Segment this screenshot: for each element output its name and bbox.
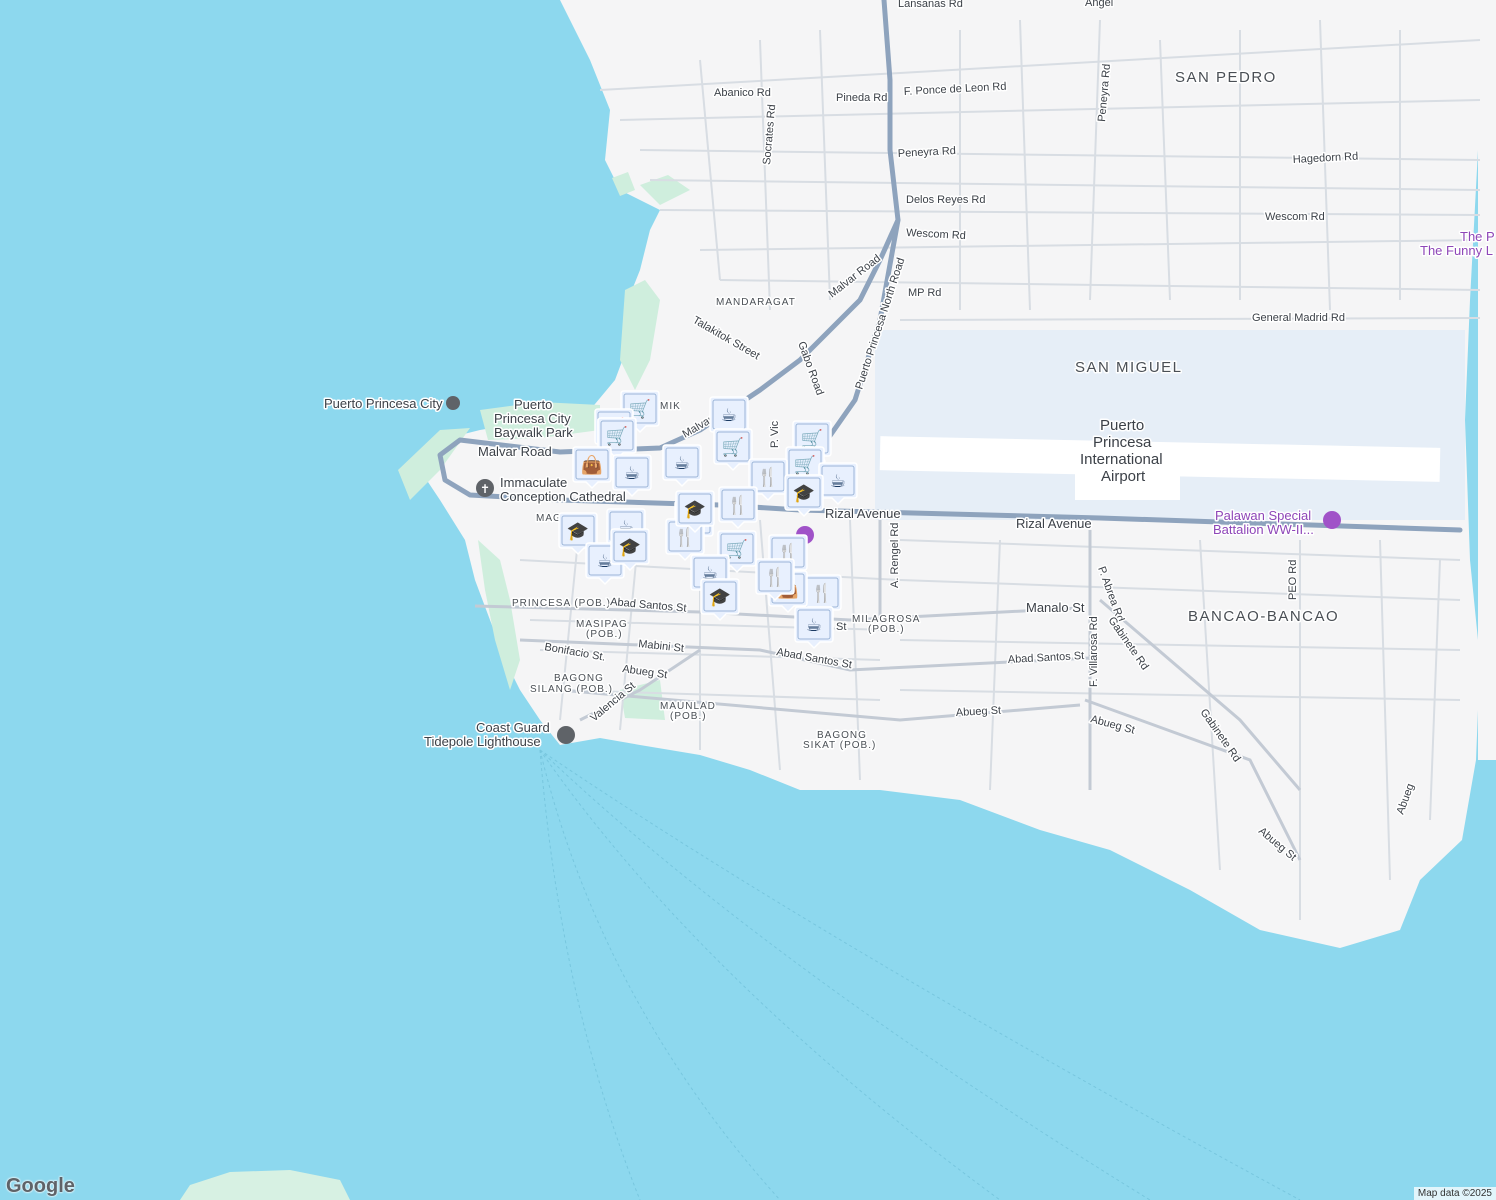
map-marker[interactable]: 🎓 xyxy=(784,474,824,518)
shopping-bag-icon: 👜 xyxy=(581,454,603,476)
map-marker[interactable]: ☕ xyxy=(662,444,702,488)
map-marker[interactable]: 👜 xyxy=(572,446,612,490)
road-label: Wescom Rd xyxy=(1265,211,1325,223)
poi-label-baywalk: Puerto xyxy=(514,397,552,412)
map-marker[interactable]: 🎓 xyxy=(610,528,650,572)
road-label: F. Villarosa Rd xyxy=(1088,616,1100,687)
map-canvas[interactable]: SAN PEDRO SAN MIGUEL BANCAO-BANCAO MANDA… xyxy=(0,0,1496,1200)
road-label: Lansanas Rd xyxy=(898,0,963,10)
coffee-icon: ☕ xyxy=(674,453,690,474)
museum-icon xyxy=(1323,511,1341,529)
road-label: Manalo St xyxy=(1026,600,1085,615)
poi-label-cathedral: Conception Cathedral xyxy=(500,489,626,504)
poi-label-funny: The Funny L xyxy=(1420,243,1493,258)
school-icon: 🎓 xyxy=(793,483,815,504)
school-icon: 🎓 xyxy=(684,499,706,520)
poi-label-airport: Puerto xyxy=(1100,417,1144,434)
road-label: MP Rd xyxy=(908,287,941,299)
school-icon: 🎓 xyxy=(619,537,641,558)
road-label: General Madrid Rd xyxy=(1252,312,1345,324)
poi-label-airport: Airport xyxy=(1101,468,1146,485)
poi-label-baywalk: Baywalk Park xyxy=(494,425,573,440)
school-icon: 🎓 xyxy=(709,587,731,608)
landmark-icon xyxy=(557,726,575,744)
land-east-edge xyxy=(1478,0,1496,760)
coffee-icon: ☕ xyxy=(624,463,640,484)
road-label: Rizal Avenue xyxy=(1016,516,1092,531)
road-label: Pineda Rd xyxy=(836,92,887,104)
road-label: P. Vic xyxy=(769,420,781,448)
area-label: SAN MIGUEL xyxy=(1075,359,1183,376)
road-label: Malvar Road xyxy=(478,444,552,459)
area-label: MANDARAGAT xyxy=(716,297,796,308)
road-label: Delos Reyes Rd xyxy=(906,194,985,206)
area-label: BAGONG xyxy=(554,673,604,684)
map-marker[interactable]: 🛒 xyxy=(713,428,753,472)
poi-label-city: Puerto Princesa City xyxy=(324,396,443,411)
poi-label-funny: The P xyxy=(1460,229,1495,244)
map-attribution[interactable]: Map data ©2025 xyxy=(1413,1187,1496,1200)
road-label: PEO Rd xyxy=(1287,560,1299,600)
coffee-icon: ☕ xyxy=(806,615,822,636)
poi-label-cathedral: Immaculate xyxy=(500,475,567,490)
area-label: MAG xyxy=(536,513,562,524)
map-marker[interactable]: 🍴 xyxy=(718,486,758,530)
map-marker[interactable]: ☕ xyxy=(818,462,858,506)
poi-label-airport: Princesa xyxy=(1093,434,1152,451)
area-label: SIKAT (POB.) xyxy=(803,740,876,751)
road-label: St xyxy=(836,621,846,633)
road-label: Angel xyxy=(1085,0,1113,9)
poi-label-lighthouse: Coast Guard xyxy=(476,720,550,735)
area-label: BANCAO-BANCAO xyxy=(1188,608,1339,625)
road-label: Abueg St xyxy=(956,705,1002,719)
map-marker[interactable]: ☕ xyxy=(794,606,834,650)
map-marker[interactable]: 🎓 xyxy=(675,490,715,534)
area-label: (POB.) xyxy=(586,629,623,640)
map-marker[interactable]: ☕ xyxy=(612,454,652,498)
land-island-south xyxy=(180,1170,350,1200)
road-label: A. Rengel Rd xyxy=(889,523,901,588)
road-label: Rizal Avenue xyxy=(825,506,901,521)
restaurant-icon: 🍴 xyxy=(811,582,833,604)
school-icon: 🎓 xyxy=(567,521,589,542)
poi-label-lighthouse: Tidepole Lighthouse xyxy=(424,734,541,749)
ferry-icon xyxy=(446,396,460,410)
poi-label-baywalk: Princesa City xyxy=(494,411,571,426)
poi-label-museum: Palawan Special xyxy=(1215,508,1311,523)
coffee-icon: ☕ xyxy=(721,405,737,426)
road-label: Abanico Rd xyxy=(714,87,771,99)
area-label: SAN PEDRO xyxy=(1175,69,1277,86)
restaurant-icon: 🍴 xyxy=(764,566,786,588)
restaurant-icon: 🍴 xyxy=(757,466,779,488)
church-cross-icon: ✝ xyxy=(480,482,490,496)
map-marker[interactable]: 🎓 xyxy=(700,578,740,622)
map-marker[interactable]: 🍴 xyxy=(755,558,795,602)
area-label: (POB.) xyxy=(868,624,905,635)
cart-icon: 🛒 xyxy=(606,425,628,447)
area-label: SILANG (POB.) xyxy=(530,684,613,695)
google-logo: Google xyxy=(6,1175,75,1197)
area-label: PRINCESA (POB.) xyxy=(512,598,611,609)
area-label: (POB.) xyxy=(670,711,707,722)
poi-label-airport: International xyxy=(1080,451,1163,468)
restaurant-icon: 🍴 xyxy=(727,494,749,516)
area-label: MIK xyxy=(660,401,681,412)
coffee-icon: ☕ xyxy=(830,471,846,492)
cart-icon: 🛒 xyxy=(722,436,744,458)
poi-label-museum: Battalion WW-II... xyxy=(1213,522,1314,537)
cart-icon: 🛒 xyxy=(794,454,816,476)
